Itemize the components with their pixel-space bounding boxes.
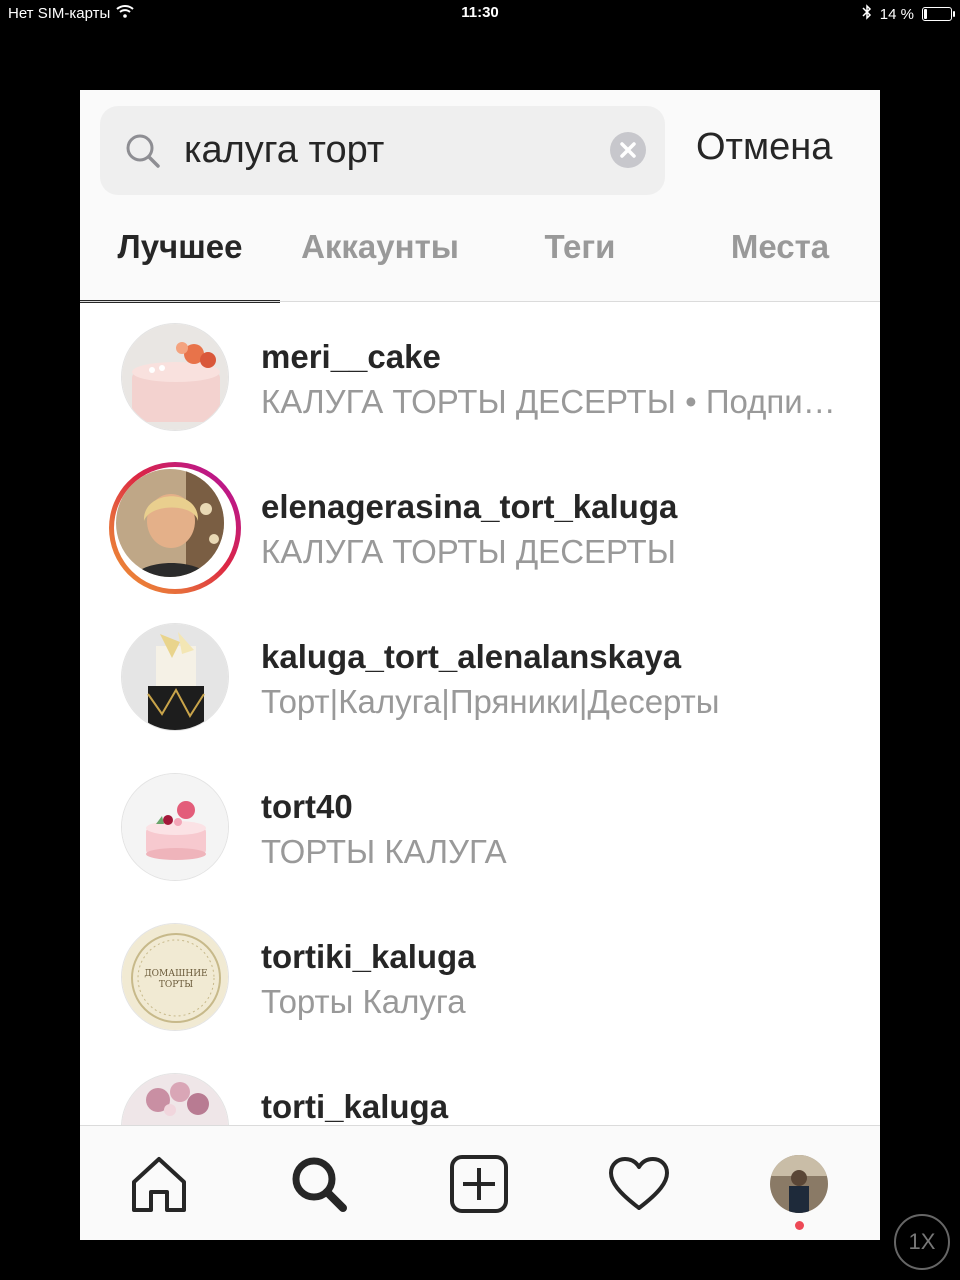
subtitle: ТОРТЫ КАЛУГА: [261, 833, 507, 870]
search-nav-icon[interactable]: [287, 1152, 351, 1216]
clock: 11:30: [461, 4, 499, 21]
avatar: [121, 623, 229, 731]
notification-dot: [795, 1221, 804, 1230]
tab-top[interactable]: Лучшее: [80, 228, 280, 266]
search-header: Отмена Лучшее Аккаунты Теги Места: [80, 90, 880, 303]
battery-percent: 14 %: [879, 5, 914, 23]
username: torti_kaluga: [261, 1088, 449, 1125]
divider: [80, 301, 880, 302]
profile-avatar[interactable]: [767, 1152, 831, 1216]
avatar: [121, 323, 229, 431]
list-item[interactable]: elenagerasina_tort_kaluga КАЛУГА ТОРТЫ Д…: [80, 453, 880, 603]
list-item[interactable]: meri__cake КАЛУГА ТОРТЫ ДЕСЕРТЫ • Подпис…: [80, 303, 880, 453]
avatar: [121, 773, 229, 881]
bottom-nav: [80, 1125, 880, 1240]
list-item[interactable]: tort40 ТОРТЫ КАЛУГА: [80, 753, 880, 903]
search-screen: Отмена Лучшее Аккаунты Теги Места: [80, 90, 880, 1240]
search-tabs: Лучшее Аккаунты Теги Места: [80, 218, 880, 303]
avatar: ДОМАШНИЕ ТОРТЫ: [121, 923, 229, 1031]
tab-places[interactable]: Места: [680, 228, 880, 266]
home-icon[interactable]: [127, 1152, 191, 1216]
search-bar[interactable]: [100, 106, 665, 195]
subtitle: Торты Калуга: [261, 983, 466, 1020]
username: kaluga_tort_alenalanskaya: [261, 638, 682, 675]
add-post-icon[interactable]: [447, 1152, 511, 1216]
story-ring[interactable]: [109, 462, 241, 594]
username: tortiki_kaluga: [261, 938, 476, 975]
cancel-button[interactable]: Отмена: [696, 126, 832, 169]
status-bar: Нет SIM-карты 11:30 14 %: [0, 0, 960, 28]
username: meri__cake: [261, 338, 441, 375]
list-item[interactable]: kaluga_tort_alenalanskaya Торт|Калуга|Пр…: [80, 603, 880, 753]
bluetooth-icon: [862, 4, 872, 24]
svg-text:ТОРТЫ: ТОРТЫ: [159, 980, 193, 990]
clear-icon[interactable]: [610, 132, 646, 168]
search-icon: [124, 132, 162, 175]
username: elenagerasina_tort_kaluga: [261, 488, 678, 525]
list-item[interactable]: torti_kaluga: [80, 1053, 880, 1125]
zoom-badge[interactable]: 1X: [894, 1214, 950, 1270]
battery-icon: [922, 7, 955, 21]
battery-level: [924, 9, 927, 19]
subtitle: КАЛУГА ТОРТЫ ДЕСЕРТЫ: [261, 533, 676, 570]
username: tort40: [261, 788, 353, 825]
subtitle: КАЛУГА ТОРТЫ ДЕСЕРТЫ • Подписан(-а): [261, 383, 851, 420]
search-input[interactable]: [184, 122, 604, 179]
avatar: [121, 1073, 229, 1125]
subtitle: Торт|Калуга|Пряники|Десерты: [261, 683, 720, 720]
svg-text:ДОМАШНИЕ: ДОМАШНИЕ: [144, 969, 207, 979]
results-list: meri__cake КАЛУГА ТОРТЫ ДЕСЕРТЫ • Подпис…: [80, 303, 880, 1125]
tab-tags[interactable]: Теги: [480, 228, 680, 266]
list-item[interactable]: ДОМАШНИЕ ТОРТЫ tortiki_kaluga Торты Калу…: [80, 903, 880, 1053]
logo-image: ДОМАШНИЕ ТОРТЫ: [122, 924, 228, 1030]
heart-icon[interactable]: [607, 1152, 671, 1216]
avatar: [116, 469, 224, 577]
tab-accounts[interactable]: Аккаунты: [280, 228, 480, 266]
